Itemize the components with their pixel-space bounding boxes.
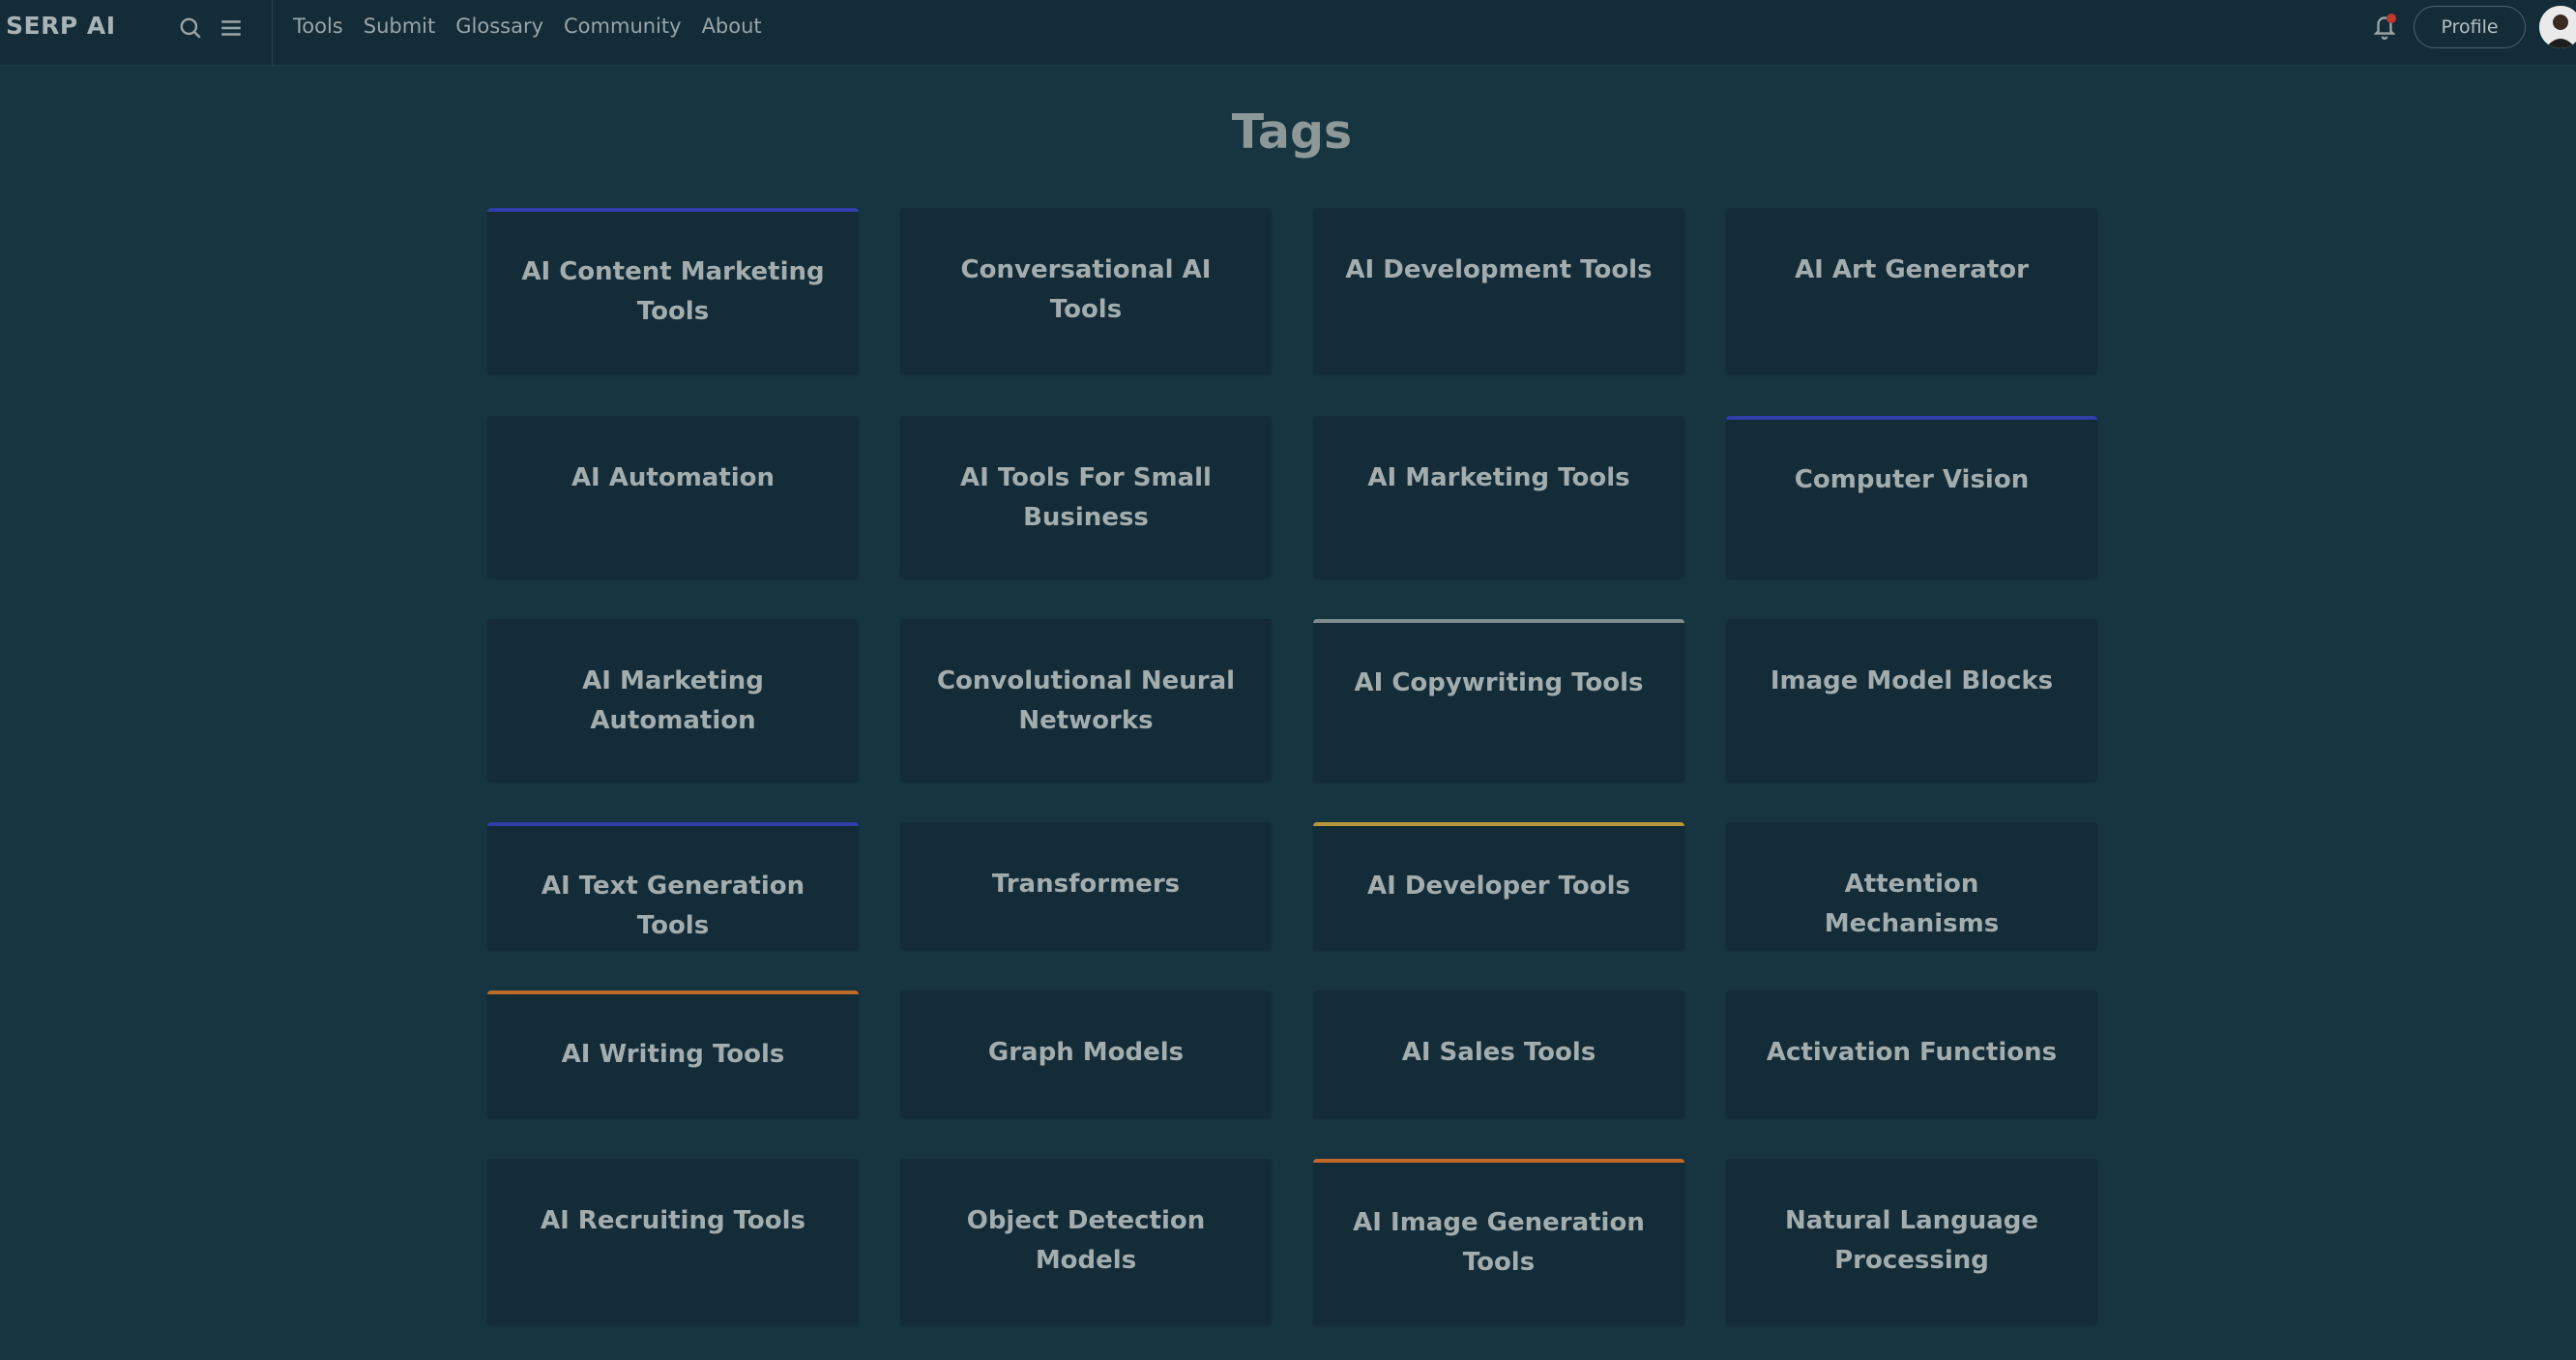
top-navigation-bar: SERP AI Tools Submit Glossary Community … <box>0 0 2576 66</box>
tag-label: Graph Models <box>987 1038 1185 1067</box>
tag-card[interactable]: Image Model Blocks <box>1726 619 2097 782</box>
tag-card[interactable]: AI Text Generation Tools <box>487 822 859 950</box>
tag-card[interactable]: Object Detection Models <box>900 1159 1272 1325</box>
nav-community[interactable]: Community <box>564 15 682 38</box>
tag-card[interactable]: AI Development Tools <box>1313 208 1684 374</box>
tag-label: AI Art Generator <box>1795 255 2029 284</box>
header-divider <box>272 0 273 66</box>
tag-label: AI Text Generation Tools <box>541 872 805 940</box>
tag-label: AI Development Tools <box>1345 255 1653 284</box>
tag-label: AI Recruiting Tools <box>540 1206 806 1235</box>
tag-card[interactable]: AI Recruiting Tools <box>487 1159 859 1325</box>
tag-label: AI Image Generation Tools <box>1353 1208 1645 1277</box>
tag-card[interactable]: AI Sales Tools <box>1313 990 1684 1118</box>
tag-label: AI Marketing Automation <box>582 666 764 735</box>
tag-card[interactable]: AI Copywriting Tools <box>1313 619 1684 782</box>
tag-card[interactable]: AI Marketing Tools <box>1313 416 1684 578</box>
bell-icon[interactable] <box>2370 12 2399 41</box>
tag-label: AI Tools For Small Business <box>960 463 1212 532</box>
main-nav: Tools Submit Glossary Community About <box>293 15 762 38</box>
tag-label: Convolutional Neural Networks <box>936 666 1236 735</box>
tag-card[interactable]: AI Art Generator <box>1726 208 2097 374</box>
tag-label: Attention Mechanisms <box>1824 870 2000 938</box>
nav-submit[interactable]: Submit <box>364 15 436 38</box>
tag-card[interactable]: AI Developer Tools <box>1313 822 1684 950</box>
tag-card[interactable]: Natural Language Processing <box>1726 1159 2097 1325</box>
tag-card[interactable]: AI Image Generation Tools <box>1313 1159 1684 1325</box>
tag-card[interactable]: Activation Functions <box>1726 990 2097 1118</box>
tag-card[interactable]: AI Automation <box>487 416 859 578</box>
tag-card[interactable]: Convolutional Neural Networks <box>900 619 1272 782</box>
tags-grid: AI Content Marketing Tools Conversationa… <box>487 208 2097 1325</box>
search-icon[interactable] <box>176 14 205 43</box>
tag-label: AI Copywriting Tools <box>1354 668 1644 697</box>
tag-label: Transformers <box>991 870 1181 899</box>
menu-icon[interactable] <box>217 14 246 43</box>
tag-label: Natural Language Processing <box>1784 1206 2039 1275</box>
tag-label: AI Automation <box>571 463 776 492</box>
tag-label: Activation Functions <box>1766 1038 2058 1067</box>
tag-card[interactable]: Graph Models <box>900 990 1272 1118</box>
profile-button[interactable]: Profile <box>2414 6 2526 48</box>
nav-tools[interactable]: Tools <box>293 15 343 38</box>
tag-label: AI Developer Tools <box>1367 872 1630 901</box>
tag-card[interactable]: AI Writing Tools <box>487 990 859 1118</box>
tag-label: AI Marketing Tools <box>1367 463 1630 492</box>
tag-card[interactable]: AI Tools For Small Business <box>900 416 1272 578</box>
avatar[interactable] <box>2539 6 2576 48</box>
brand-logo[interactable]: SERP AI <box>6 12 116 40</box>
tag-label: AI Content Marketing Tools <box>521 257 825 326</box>
tag-label: Image Model Blocks <box>1770 666 2054 695</box>
tag-label: Computer Vision <box>1794 465 2030 494</box>
tag-card[interactable]: AI Marketing Automation <box>487 619 859 782</box>
tag-card[interactable]: Computer Vision <box>1726 416 2097 578</box>
tag-label: AI Sales Tools <box>1401 1038 1596 1067</box>
notification-dot <box>2386 14 2396 23</box>
tag-label: Object Detection Models <box>966 1206 1206 1275</box>
tag-card[interactable]: Conversational AI Tools <box>900 208 1272 374</box>
tag-label: Conversational AI Tools <box>960 255 1212 324</box>
tag-card[interactable]: AI Content Marketing Tools <box>487 208 859 374</box>
nav-glossary[interactable]: Glossary <box>455 15 543 38</box>
tag-card[interactable]: Attention Mechanisms <box>1726 822 2097 950</box>
tag-label: AI Writing Tools <box>561 1040 785 1069</box>
page-title: Tags <box>1231 104 1353 160</box>
tag-card[interactable]: Transformers <box>900 822 1272 950</box>
nav-about[interactable]: About <box>702 15 762 38</box>
